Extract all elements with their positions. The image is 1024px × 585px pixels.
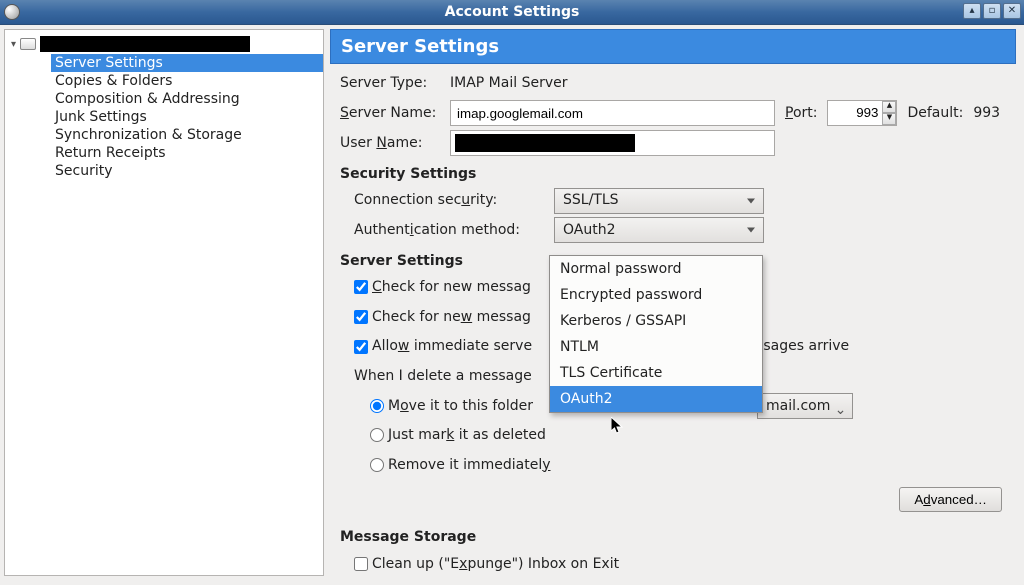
sidebar-item-sync-storage[interactable]: Synchronization & Storage — [51, 126, 323, 144]
auth-option-normal-password[interactable]: Normal password — [550, 256, 762, 282]
check-startup-label: Check for new messag — [372, 274, 531, 301]
auth-option-tls-certificate[interactable]: TLS Certificate — [550, 360, 762, 386]
username-label: User Name: — [340, 130, 440, 157]
trash-folder-value-tail: mail.com — [766, 393, 830, 420]
maximize-button[interactable]: ▫ — [983, 3, 1001, 19]
page-title: Server Settings — [330, 29, 1016, 64]
allow-immediate-checkbox-row[interactable]: Allow immediate serve — [354, 333, 532, 360]
auth-option-oauth2[interactable]: OAuth2 — [550, 386, 762, 412]
close-button[interactable]: ✕ — [1003, 3, 1021, 19]
sidebar-item-security[interactable]: Security — [51, 162, 323, 180]
account-root[interactable]: ▾ — [5, 34, 323, 54]
auth-option-ntlm[interactable]: NTLM — [550, 334, 762, 360]
content-split: ▾ Server Settings Copies & Folders Compo… — [0, 25, 1024, 580]
auth-option-kerberos[interactable]: Kerberos / GSSAPI — [550, 308, 762, 334]
check-interval-checkbox-row[interactable]: Check for new messag — [354, 304, 531, 331]
sidebar-item-server-settings[interactable]: Server Settings — [51, 54, 323, 72]
default-port-label: Default: — [907, 100, 963, 127]
port-label: Port: — [785, 100, 817, 127]
message-storage-title: Message Storage — [340, 524, 1006, 551]
trash-folder-select[interactable]: mail.com — [757, 393, 853, 419]
radio-move-row[interactable]: Move it to this folder — [370, 393, 533, 420]
advanced-button[interactable]: Advanced… — [899, 487, 1002, 512]
server-type-label: Server Type: — [340, 70, 440, 97]
minimize-button[interactable]: ▴ — [963, 3, 981, 19]
auth-method-label: Authentication method: — [354, 217, 544, 244]
auth-method-value: OAuth2 — [563, 217, 616, 244]
connection-security-select[interactable]: SSL/TLS — [554, 188, 764, 214]
connection-security-value: SSL/TLS — [563, 187, 619, 214]
check-startup-checkbox[interactable] — [354, 280, 368, 294]
security-settings-title: Security Settings — [340, 161, 1006, 188]
port-step-down[interactable]: ▼ — [882, 113, 896, 125]
sidebar-item-composition[interactable]: Composition & Addressing — [51, 90, 323, 108]
check-interval-label: Check for new messag — [372, 304, 531, 331]
sidebar-item-copies-folders[interactable]: Copies & Folders — [51, 72, 323, 90]
tree-twisty-icon[interactable]: ▾ — [11, 39, 16, 50]
auth-method-dropdown[interactable]: Normal password Encrypted password Kerbe… — [549, 255, 763, 413]
account-tree[interactable]: ▾ Server Settings Copies & Folders Compo… — [4, 29, 324, 576]
sidebar-item-junk[interactable]: Junk Settings — [51, 108, 323, 126]
port-step-up[interactable]: ▲ — [882, 101, 896, 113]
allow-immediate-checkbox[interactable] — [354, 340, 368, 354]
username-input[interactable] — [450, 130, 775, 156]
delete-message-label: When I delete a message — [354, 363, 532, 390]
account-email-redacted — [40, 36, 250, 52]
radio-remove-label: Remove it immediately — [388, 452, 551, 479]
allow-immediate-label-pre: Allow immediate serve — [372, 333, 532, 360]
sidebar-item-return-receipts[interactable]: Return Receipts — [51, 144, 323, 162]
check-startup-checkbox-row[interactable]: Check for new messag — [354, 274, 531, 301]
account-subtree: Server Settings Copies & Folders Composi… — [5, 54, 323, 180]
radio-move-label: Move it to this folder — [388, 393, 533, 420]
radio-mark-label: Just mark it as deleted — [388, 422, 546, 449]
server-name-label: Server Name: — [340, 100, 440, 127]
connection-security-label: Connection security: — [354, 187, 544, 214]
window-titlebar: Account Settings ▴ ▫ ✕ — [0, 0, 1024, 25]
server-type-value: IMAP Mail Server — [450, 70, 567, 97]
auth-option-encrypted-password[interactable]: Encrypted password — [550, 282, 762, 308]
default-port-value: 993 — [973, 100, 1000, 127]
window-controls: ▴ ▫ ✕ — [963, 3, 1021, 19]
allow-immediate-label-post: ssages arrive — [756, 333, 849, 360]
expunge-row[interactable]: Clean up ("Expunge") Inbox on Exit — [354, 551, 619, 578]
server-name-input[interactable] — [450, 100, 775, 126]
radio-move[interactable] — [370, 399, 384, 413]
expunge-checkbox[interactable] — [354, 557, 368, 571]
radio-remove-row[interactable]: Remove it immediately — [370, 452, 551, 479]
window-title: Account Settings — [445, 4, 580, 20]
main-panel: Server Settings Server Type: IMAP Mail S… — [328, 25, 1024, 580]
radio-remove[interactable] — [370, 458, 384, 472]
expunge-label: Clean up ("Expunge") Inbox on Exit — [372, 551, 619, 578]
auth-method-select[interactable]: OAuth2 — [554, 217, 764, 243]
radio-mark-row[interactable]: Just mark it as deleted — [370, 422, 546, 449]
radio-mark[interactable] — [370, 428, 384, 442]
mail-icon — [20, 38, 36, 50]
app-icon — [4, 4, 20, 20]
check-interval-checkbox[interactable] — [354, 310, 368, 324]
